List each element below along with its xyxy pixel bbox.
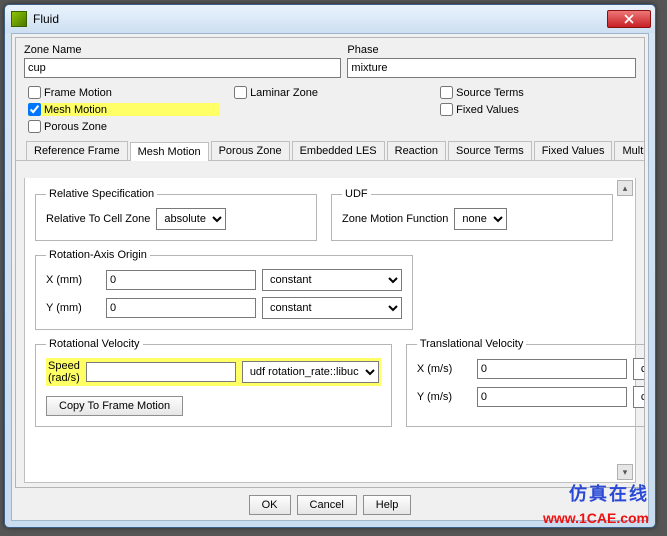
copy-to-frame-motion-button[interactable]: Copy To Frame Motion [46,396,183,416]
fixed-values-checkbox[interactable]: Fixed Values [440,103,632,116]
scroll-up-button[interactable]: ▴ [617,180,633,196]
trans-y-label: Y (m/s) [417,391,471,403]
relative-spec-group: Relative Specification Relative To Cell … [35,188,317,241]
tab-reaction[interactable]: Reaction [387,141,446,160]
app-icon [11,11,27,27]
phase-input[interactable] [347,58,636,78]
laminar-zone-checkbox[interactable]: Laminar Zone [234,86,426,99]
mesh-motion-checkbox[interactable]: Mesh Motion [28,103,220,116]
tab-fixed-values[interactable]: Fixed Values [534,141,613,160]
speed-mode-select[interactable]: udf rotation_rate::libuc [242,361,379,383]
axis-x-label: X (mm) [46,274,100,286]
udf-select[interactable]: none [454,208,507,230]
trans-x-mode-select[interactable]: constant [633,358,645,380]
axis-y-input[interactable] [106,298,256,318]
client-area: Zone Name Phase Frame Motion Laminar Zon… [11,33,649,521]
mesh-motion-panel: Relative Specification Relative To Cell … [24,178,636,483]
options-grid: Frame Motion Laminar Zone Source Terms M… [16,78,644,139]
trans-y-input[interactable] [477,387,627,407]
speed-label: Speed (rad/s) [48,360,80,384]
udf-legend: UDF [342,188,371,200]
trans-x-label: X (m/s) [417,363,471,375]
relative-to-select[interactable]: absolute [156,208,226,230]
frame-motion-checkbox[interactable]: Frame Motion [28,86,220,99]
phase-label: Phase [347,44,636,56]
close-icon [624,14,634,24]
axis-y-label: Y (mm) [46,302,100,314]
axis-x-input[interactable] [106,270,256,290]
udf-label: Zone Motion Function [342,213,448,225]
rotation-axis-group: Rotation-Axis Origin X (mm) constant Y (… [35,249,413,330]
cancel-button[interactable]: Cancel [297,495,357,515]
speed-input[interactable] [86,362,236,382]
translational-velocity-group: Translational Velocity X (m/s) constant … [406,338,645,427]
dialog-body: Zone Name Phase Frame Motion Laminar Zon… [15,37,645,488]
trans-x-input[interactable] [477,359,627,379]
rotational-velocity-group: Rotational Velocity Speed (rad/s) udf ro… [35,338,392,427]
ok-button[interactable]: OK [249,495,291,515]
axis-y-mode-select[interactable]: constant [262,297,402,319]
window-title: Fluid [33,12,607,26]
dialog-button-bar: OK Cancel Help [12,490,648,520]
source-terms-checkbox[interactable]: Source Terms [440,86,632,99]
udf-group: UDF Zone Motion Function none [331,188,613,241]
tab-mesh-motion[interactable]: Mesh Motion [130,142,209,161]
relative-spec-legend: Relative Specification [46,188,157,200]
zone-name-label: Zone Name [24,44,341,56]
rotation-axis-legend: Rotation-Axis Origin [46,249,150,261]
close-button[interactable] [607,10,651,28]
tab-reference-frame[interactable]: Reference Frame [26,141,128,160]
tab-strip: Reference Frame Mesh Motion Porous Zone … [16,139,644,161]
titlebar: Fluid [5,5,655,33]
scroll-down-button[interactable]: ▾ [617,464,633,480]
zone-name-input[interactable] [24,58,341,78]
porous-zone-checkbox[interactable]: Porous Zone [28,120,220,133]
trans-y-mode-select[interactable]: constant [633,386,645,408]
help-button[interactable]: Help [363,495,412,515]
tab-embedded-les[interactable]: Embedded LES [292,141,385,160]
tab-multiphase[interactable]: Multiphase [614,141,645,160]
rotational-velocity-legend: Rotational Velocity [46,338,143,350]
relative-to-label: Relative To Cell Zone [46,213,150,225]
fluid-dialog-window: Fluid Zone Name Phase Frame Motion [4,4,656,528]
translational-velocity-legend: Translational Velocity [417,338,527,350]
axis-x-mode-select[interactable]: constant [262,269,402,291]
tab-porous-zone[interactable]: Porous Zone [211,141,290,160]
tab-source-terms[interactable]: Source Terms [448,141,532,160]
